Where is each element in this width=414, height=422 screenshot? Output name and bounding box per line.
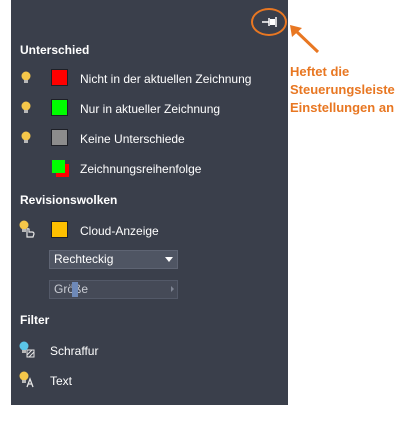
- color-swatch-no-differences[interactable]: [51, 129, 68, 146]
- cloud-size-slider[interactable]: Größe: [49, 280, 178, 299]
- row-label-draw-order: Zeichnungsreihenfolge: [80, 162, 202, 176]
- slider-thumb[interactable]: [72, 282, 78, 297]
- color-swatch-cloud-display[interactable]: [51, 221, 68, 238]
- color-swatch-not-in-current[interactable]: [51, 69, 68, 86]
- slider-arrow-icon: [171, 286, 174, 292]
- section-heading-difference: Unterschied: [20, 43, 90, 57]
- row-label-only-in-current: Nur in aktueller Zeichnung: [80, 102, 221, 116]
- color-swatch-only-in-current[interactable]: [51, 99, 68, 116]
- row-label-no-differences: Keine Unterschiede: [80, 132, 185, 146]
- cloud-size-label: Größe: [54, 282, 89, 296]
- callout-highlight-circle: [251, 8, 287, 36]
- row-label-cloud-display: Cloud-Anzeige: [80, 224, 159, 238]
- draw-order-icon[interactable]: [51, 159, 70, 178]
- callout-arrow-icon: [290, 25, 320, 54]
- row-label-hatch: Schraffur: [50, 344, 99, 358]
- section-heading-filter: Filter: [20, 313, 50, 327]
- row-label-not-in-current: Nicht in der aktuellen Zeichnung: [80, 72, 252, 86]
- section-heading-revision-clouds: Revisionswolken: [20, 193, 118, 207]
- lightbulb-icon[interactable]: [20, 131, 32, 145]
- row-label-text: Text: [50, 374, 73, 388]
- callout-text: Heftet die Steuerungsleiste Einstellunge…: [290, 64, 395, 115]
- chevron-down-icon: [165, 257, 173, 262]
- lightbulb-hatch-icon[interactable]: [18, 341, 36, 358]
- cloud-shape-selected: Rechteckig: [54, 252, 114, 266]
- lightbulb-hand-icon[interactable]: [18, 220, 36, 238]
- lightbulb-icon[interactable]: [20, 71, 32, 85]
- cloud-shape-dropdown[interactable]: Rechteckig: [49, 250, 178, 269]
- lightbulb-icon[interactable]: [20, 101, 32, 115]
- lightbulb-text-icon[interactable]: [18, 371, 36, 388]
